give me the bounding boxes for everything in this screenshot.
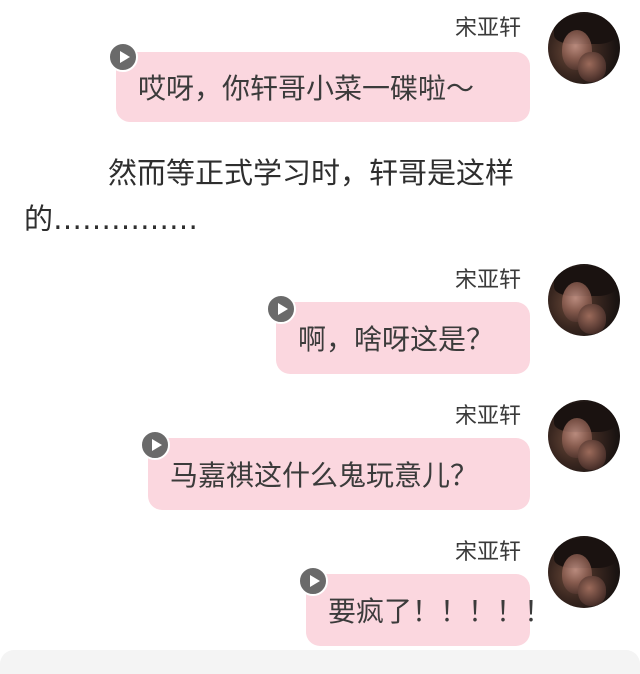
play-icon[interactable] — [140, 430, 170, 460]
sender-name: 宋亚轩 — [455, 268, 522, 293]
chat-bubble[interactable]: 啊，啥呀这是？ — [276, 302, 530, 374]
avatar[interactable] — [548, 400, 620, 472]
chat-bubble[interactable]: 哎呀，你轩哥小菜一碟啦～ — [116, 52, 530, 122]
message-text: 要疯了！！！！！ — [328, 595, 553, 628]
sender-name: 宋亚轩 — [455, 540, 522, 565]
narration-line: 然而等正式学习时，轩哥是这样 — [108, 156, 515, 190]
chat-bubble[interactable]: 马嘉祺这什么鬼玩意儿？ — [148, 438, 530, 510]
avatar[interactable] — [548, 536, 620, 608]
avatar[interactable] — [548, 264, 620, 336]
avatar[interactable] — [548, 12, 620, 84]
play-icon[interactable] — [298, 566, 328, 596]
play-icon[interactable] — [108, 42, 138, 72]
sender-name: 宋亚轩 — [455, 16, 522, 41]
play-icon[interactable] — [266, 294, 296, 324]
message-text: 啊，啥呀这是？ — [298, 323, 495, 356]
chat-bubble[interactable]: 要疯了！！！！！ — [306, 574, 552, 646]
sender-name: 宋亚轩 — [455, 404, 522, 429]
narration-line: 的…………… — [24, 202, 199, 236]
bottom-card — [0, 650, 640, 674]
message-text: 马嘉祺这什么鬼玩意儿？ — [170, 459, 479, 492]
message-text: 哎呀，你轩哥小菜一碟啦～ — [138, 72, 475, 105]
